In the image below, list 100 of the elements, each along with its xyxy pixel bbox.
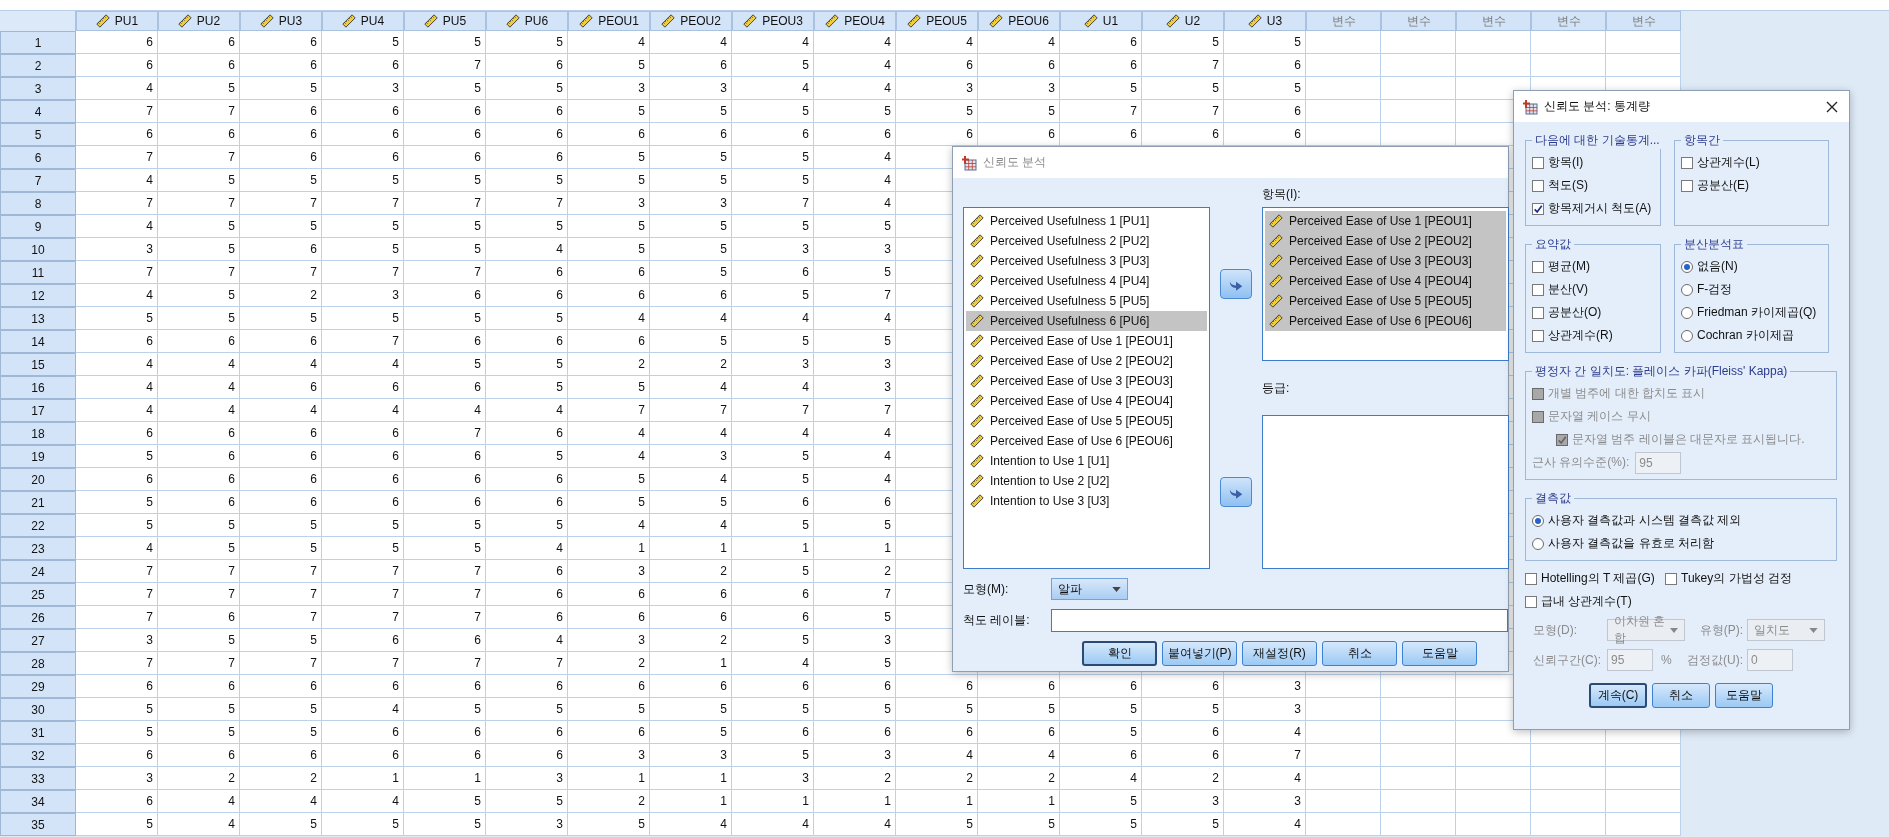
radio-button[interactable] bbox=[1681, 306, 1693, 319]
row-number[interactable]: 31 bbox=[0, 721, 76, 744]
column-header[interactable]: PEOU1 bbox=[568, 11, 650, 31]
row-number[interactable]: 32 bbox=[0, 744, 76, 767]
radio-button[interactable] bbox=[1532, 537, 1544, 550]
row-number[interactable]: 2 bbox=[0, 54, 76, 77]
row-number[interactable]: 16 bbox=[0, 376, 76, 399]
list-item[interactable]: Intention to Use 2 [U2] bbox=[966, 471, 1207, 491]
list-item[interactable]: Perceived Ease of Use 6 [PEOU6] bbox=[1265, 311, 1506, 331]
row-number[interactable]: 4 bbox=[0, 100, 76, 123]
checkbox[interactable] bbox=[1532, 179, 1544, 192]
row-number[interactable]: 13 bbox=[0, 307, 76, 330]
row-number[interactable]: 15 bbox=[0, 353, 76, 376]
checkbox[interactable] bbox=[1532, 260, 1544, 273]
input-field[interactable] bbox=[1050, 609, 1508, 632]
list-item[interactable]: Perceived Ease of Use 2 [PEOU2] bbox=[1265, 231, 1506, 251]
list-item[interactable]: Perceived Ease of Use 1 [PEOU1] bbox=[1265, 211, 1506, 231]
list-item[interactable]: Perceived Ease of Use 3 [PEOU3] bbox=[966, 371, 1207, 391]
checkbox[interactable] bbox=[1665, 572, 1677, 585]
list-item[interactable]: Perceived Usefulness 6 [PU6] bbox=[966, 311, 1207, 331]
column-header[interactable]: PU6 bbox=[486, 11, 568, 31]
row-number[interactable]: 6 bbox=[0, 146, 76, 169]
row-number[interactable]: 28 bbox=[0, 652, 76, 675]
column-header[interactable]: U1 bbox=[1060, 11, 1142, 31]
row-number[interactable]: 19 bbox=[0, 445, 76, 468]
items-list[interactable]: Perceived Ease of Use 1 [PEOU1] Perceived Ease of Use 2 [PEOU2] Perceived Ease of Use 3 [PEOU3] Perceived Ease of Use 4 [PEOU4] Perceived Ease of Use 5 [PEOU5] Perceived Ease of Use 6 [PEOU6] bbox=[1262, 207, 1509, 361]
row-number[interactable]: 30 bbox=[0, 698, 76, 721]
checkbox[interactable] bbox=[1525, 595, 1537, 608]
column-header[interactable]: PEOU5 bbox=[896, 11, 978, 31]
column-header[interactable]: U3 bbox=[1224, 11, 1306, 31]
column-header[interactable]: PU2 bbox=[158, 11, 240, 31]
radio-button[interactable] bbox=[1681, 283, 1693, 296]
row-number[interactable]: 35 bbox=[0, 813, 76, 836]
row-number[interactable]: 12 bbox=[0, 284, 76, 307]
checkbox[interactable] bbox=[1532, 283, 1544, 296]
column-header[interactable]: 변수 bbox=[1456, 11, 1531, 31]
column-header[interactable]: PEOU4 bbox=[814, 11, 896, 31]
radio-button[interactable] bbox=[1681, 329, 1693, 342]
variable-list[interactable] bbox=[963, 207, 1210, 569]
row-number[interactable]: 8 bbox=[0, 192, 76, 215]
checkbox[interactable] bbox=[1532, 329, 1544, 342]
row-number[interactable]: 9 bbox=[0, 215, 76, 238]
ratings-list[interactable] bbox=[1262, 415, 1509, 569]
column-header[interactable]: PU5 bbox=[404, 11, 486, 31]
checkbox[interactable] bbox=[1681, 156, 1693, 169]
checkbox[interactable] bbox=[1532, 202, 1544, 215]
list-item[interactable]: Perceived Ease of Use 5 [PEOU5] bbox=[1265, 291, 1506, 311]
dialog-button[interactable]: 재설정(R) bbox=[1242, 641, 1317, 666]
checkbox[interactable] bbox=[1532, 156, 1544, 169]
row-number[interactable]: 1 bbox=[0, 31, 76, 54]
list-item[interactable]: Perceived Ease of Use 4 [PEOU4] bbox=[966, 391, 1207, 411]
row-number[interactable]: 17 bbox=[0, 399, 76, 422]
checkbox[interactable] bbox=[1525, 572, 1537, 585]
row-number[interactable]: 23 bbox=[0, 537, 76, 560]
radio-button[interactable] bbox=[1532, 514, 1544, 527]
row-number[interactable]: 10 bbox=[0, 238, 76, 261]
row-number[interactable]: 20 bbox=[0, 468, 76, 491]
checkbox[interactable] bbox=[1681, 179, 1693, 192]
row-number[interactable]: 5 bbox=[0, 123, 76, 146]
list-item[interactable]: Perceived Usefulness 2 [PU2] bbox=[966, 231, 1207, 251]
list-item[interactable]: Perceived Ease of Use 2 [PEOU2] bbox=[966, 351, 1207, 371]
dialog-button[interactable]: 계속(C) bbox=[1589, 683, 1647, 708]
row-number[interactable]: 21 bbox=[0, 491, 76, 514]
column-header[interactable]: PEOU3 bbox=[732, 11, 814, 31]
list-item[interactable]: Perceived Ease of Use 1 [PEOU1] bbox=[966, 331, 1207, 351]
column-header[interactable]: PEOU2 bbox=[650, 11, 732, 31]
column-header[interactable]: U2 bbox=[1142, 11, 1224, 31]
row-number[interactable]: 14 bbox=[0, 330, 76, 353]
checkbox[interactable] bbox=[1532, 306, 1544, 319]
dialog-button[interactable]: 도움말 bbox=[1715, 683, 1773, 708]
row-number[interactable]: 25 bbox=[0, 583, 76, 606]
row-number[interactable]: 22 bbox=[0, 514, 76, 537]
list-item[interactable]: Intention to Use 3 [U3] bbox=[966, 491, 1207, 511]
row-number[interactable]: 29 bbox=[0, 675, 76, 698]
dialog-button[interactable]: 확인 bbox=[1082, 641, 1157, 666]
row-number[interactable]: 34 bbox=[0, 790, 76, 813]
list-item[interactable]: Perceived Usefulness 5 [PU5] bbox=[966, 291, 1207, 311]
row-number[interactable]: 33 bbox=[0, 767, 76, 790]
row-number[interactable]: 27 bbox=[0, 629, 76, 652]
model-dropdown[interactable]: 알파 bbox=[1051, 578, 1128, 600]
row-number[interactable]: 24 bbox=[0, 560, 76, 583]
radio-button[interactable] bbox=[1681, 260, 1693, 273]
row-number[interactable]: 7 bbox=[0, 169, 76, 192]
dialog-button[interactable]: 취소 bbox=[1652, 683, 1710, 708]
column-header[interactable]: 변수 bbox=[1306, 11, 1381, 31]
dialog-button[interactable]: 취소 bbox=[1322, 641, 1397, 666]
row-number[interactable]: 3 bbox=[0, 77, 76, 100]
list-item[interactable]: Intention to Use 1 [U1] bbox=[966, 451, 1207, 471]
column-header[interactable]: PU4 bbox=[322, 11, 404, 31]
column-header[interactable]: 변수 bbox=[1531, 11, 1606, 31]
list-item[interactable]: Perceived Ease of Use 4 [PEOU4] bbox=[1265, 271, 1506, 291]
move-button[interactable] bbox=[1220, 269, 1252, 299]
row-number[interactable]: 26 bbox=[0, 606, 76, 629]
column-header[interactable]: PU1 bbox=[76, 11, 158, 31]
list-item[interactable]: Perceived Usefulness 3 [PU3] bbox=[966, 251, 1207, 271]
column-header[interactable]: 변수 bbox=[1381, 11, 1456, 31]
move-button[interactable] bbox=[1220, 477, 1252, 507]
column-header[interactable]: 변수 bbox=[1606, 11, 1681, 31]
list-item[interactable]: Perceived Ease of Use 5 [PEOU5] bbox=[966, 411, 1207, 431]
row-number[interactable]: 11 bbox=[0, 261, 76, 284]
